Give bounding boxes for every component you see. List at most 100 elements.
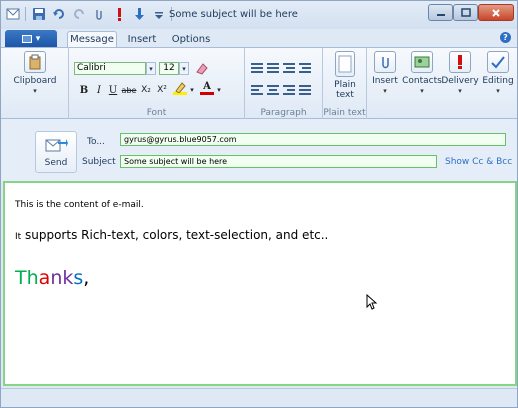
redo-icon[interactable] [71,6,86,21]
paperclip-icon [374,51,396,73]
save-icon[interactable] [31,6,46,21]
editing-label: Editing [482,76,514,86]
delivery-label: Delivery [441,76,479,86]
strikethrough-button[interactable]: abe [121,83,137,97]
chevron-down-icon: ▾ [383,87,387,95]
insert-label: Insert [372,76,398,86]
attach-icon[interactable] [91,6,106,21]
font-name-dropdown[interactable]: ▾ [146,62,156,75]
clipboard-label: Clipboard [13,76,57,86]
bullet-list-icon[interactable] [250,61,264,75]
ribbon: Clipboard ▾ Calibri ▾ 12 ▾ B I U abe X₂ … [1,47,517,119]
justify-icon[interactable] [298,83,312,97]
chevron-down-icon: ▾ [33,87,37,95]
thanks-letter: s [73,267,84,289]
chevron-down-icon: ▾ [35,33,41,44]
increase-indent-icon[interactable] [298,61,312,75]
thanks-letter: k [62,267,74,289]
editing-button[interactable]: Editing ▾ [479,51,517,96]
body-line-2-text: supports Rich-text, colors, text-selecti… [21,228,329,242]
contacts-button[interactable]: Contacts ▾ [402,51,442,96]
clipboard-button[interactable]: Clipboard ▾ [4,51,66,96]
minimize-button[interactable] [428,4,453,21]
subject-field[interactable]: Some subject will be here [120,155,437,168]
tab-message[interactable]: Message [67,31,117,47]
bold-button[interactable]: B [78,83,90,97]
align-right-icon[interactable] [282,83,296,97]
low-importance-icon[interactable] [131,6,146,21]
italic-button[interactable]: I [93,83,105,97]
send-button[interactable]: Send [35,131,77,173]
contacts-label: Contacts [402,76,442,86]
superscript-button[interactable]: X² [155,83,169,97]
thanks-letter: , [83,267,90,289]
show-cc-bcc-link[interactable]: Show Cc & Bcc [445,157,512,167]
subject-label: Subject [82,157,116,167]
app-icon[interactable] [5,6,20,21]
contacts-group: Contacts ▾ [402,48,442,119]
chevron-down-icon[interactable]: ▾ [215,83,223,97]
window-title: Some subject will be here [169,9,298,20]
font-color-button[interactable]: A [200,81,214,95]
to-field[interactable]: gyrus@gyrus.blue9057.com [120,133,506,146]
thanks-letter: a [38,267,51,289]
chevron-down-icon: ▾ [496,87,500,95]
insert-button[interactable]: Insert ▾ [369,51,401,96]
delivery-button[interactable]: Delivery ▾ [441,51,479,96]
clear-formatting-icon[interactable] [193,61,209,75]
help-icon[interactable]: ? [500,32,511,43]
numbered-list-icon[interactable] [266,61,280,75]
font-group-label: Font [146,108,167,118]
chevron-down-icon[interactable]: ▾ [188,83,196,97]
status-bar [1,388,517,407]
highlight-icon[interactable] [173,81,187,95]
toolbar-separator [25,6,26,21]
plain-text-button[interactable]: Plain text [326,51,364,100]
paragraph-group: Paragraph [245,48,323,119]
spellcheck-icon [487,51,509,73]
underline-button[interactable]: U [107,83,119,97]
tab-insert[interactable]: Insert [121,31,163,47]
contacts-icon [411,51,433,73]
close-button[interactable] [478,4,514,21]
clipboard-group: Clipboard ▾ [1,48,69,119]
thanks-text: Thanks, [15,267,89,289]
font-group: Calibri ▾ 12 ▾ B I U abe X₂ X² ▾ A ▾ Fon… [69,48,245,119]
thanks-letter: h [26,267,39,289]
insert-group: Insert ▾ [367,48,403,119]
decrease-indent-icon[interactable] [282,61,296,75]
align-center-icon[interactable] [266,83,280,97]
delivery-group: Delivery ▾ [441,48,479,119]
body-line-1: This is the content of e-mail. [15,200,144,210]
font-size-dropdown[interactable]: ▾ [179,62,189,75]
undo-icon[interactable] [51,6,66,21]
send-label: Send [44,158,68,168]
compose-header: Send To... gyrus@gyrus.blue9057.com Subj… [1,119,517,181]
file-menu-button[interactable]: ▾ [5,30,57,47]
quick-access-toolbar [5,6,172,21]
to-button[interactable]: To... [87,137,105,147]
message-body-editor[interactable]: This is the content of e-mail. It suppor… [3,181,517,386]
customize-toolbar-icon[interactable] [151,6,166,21]
thanks-letter: T [15,267,27,289]
font-size-field[interactable]: 12 [159,62,179,75]
mail-compose-window: Some subject will be here ▾ Message Inse… [0,0,518,408]
subscript-button[interactable]: X₂ [139,83,153,97]
high-importance-icon[interactable] [111,6,126,21]
send-icon [44,136,68,154]
body-line-2: It supports Rich-text, colors, text-sele… [15,228,328,242]
maximize-button[interactable] [453,4,478,21]
font-name-field[interactable]: Calibri [74,62,146,75]
chevron-down-icon: ▾ [458,87,462,95]
plain-text-label-line1: Plain [334,80,356,90]
file-menu-icon [21,34,32,43]
mouse-cursor-icon [366,294,378,310]
editing-group: Editing ▾ [479,48,517,119]
plain-text-group: Plain text Plain text [323,48,367,119]
align-left-icon[interactable] [250,83,264,97]
tab-options[interactable]: Options [167,31,215,47]
thanks-letter: n [50,267,63,289]
ribbon-tabs: ▾ Message Insert Options ? [1,29,517,47]
plain-text-label-line2: text [336,90,354,100]
importance-icon [449,51,471,73]
